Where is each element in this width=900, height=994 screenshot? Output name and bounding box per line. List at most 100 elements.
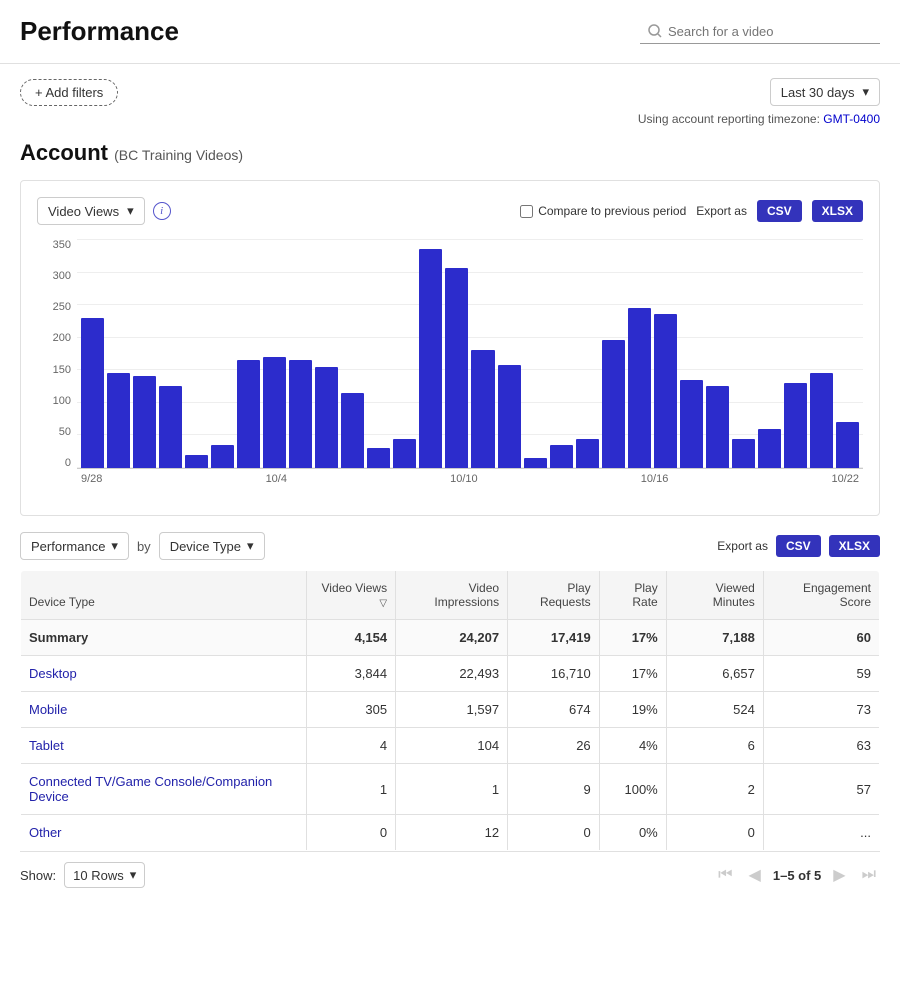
- bar: [289, 360, 312, 468]
- y-axis-label: 100: [37, 395, 71, 407]
- info-icon[interactable]: i: [153, 202, 171, 220]
- x-axis-label: 9/28: [81, 473, 102, 485]
- add-filters-button[interactable]: + Add filters: [20, 79, 118, 106]
- row-cell: 17%: [599, 656, 666, 692]
- pagination-row: Show: 10 Rows ▾ ⏮ ◀ 1–5 of 5 ▶ ⏭: [20, 851, 880, 892]
- row-cell: 524: [666, 692, 763, 728]
- bar: [471, 350, 494, 468]
- row-link[interactable]: Other: [29, 825, 62, 840]
- table-export-xlsx-button[interactable]: XLSX: [829, 535, 880, 557]
- row-cell: 16,710: [508, 656, 600, 692]
- device-type-dropdown[interactable]: Device Type ▾: [159, 532, 265, 560]
- y-axis-label: 200: [37, 332, 71, 344]
- chart-right: Compare to previous period Export as CSV…: [520, 200, 863, 222]
- bar: [107, 373, 130, 468]
- row-cell: 12: [396, 815, 508, 851]
- bar: [263, 357, 286, 468]
- bar: [159, 386, 182, 468]
- last-page-button[interactable]: ⏭: [858, 864, 880, 886]
- x-axis: 9/2810/410/1010/1610/22: [77, 469, 863, 485]
- row-cell: 19%: [599, 692, 666, 728]
- table-header-cell: Device Type: [21, 571, 307, 620]
- row-link[interactable]: Desktop: [29, 666, 77, 681]
- row-link[interactable]: Mobile: [29, 702, 67, 717]
- timezone-link[interactable]: GMT-0400: [823, 112, 880, 126]
- table-header-cell: Play Requests: [508, 571, 600, 620]
- x-axis-label: 10/10: [450, 473, 478, 485]
- row-cell: 73: [763, 692, 879, 728]
- row-cell: 0%: [599, 815, 666, 851]
- summary-cell: 24,207: [396, 620, 508, 656]
- bar: [576, 439, 599, 468]
- next-page-button[interactable]: ▶: [829, 863, 849, 887]
- summary-cell: 60: [763, 620, 879, 656]
- metric-dropdown[interactable]: Video Views ▾: [37, 197, 145, 225]
- summary-cell: 17,419: [508, 620, 600, 656]
- chevron-down-icon: ▾: [127, 203, 134, 219]
- table-row: Connected TV/Game Console/Companion Devi…: [21, 764, 880, 815]
- bar: [680, 380, 703, 468]
- chart-section: Video Views ▾ i Compare to previous peri…: [20, 180, 880, 516]
- chevron-down-icon: ▾: [111, 538, 118, 554]
- sort-arrow: ▽: [379, 598, 387, 609]
- table-header-cell: Video Views ▽: [307, 571, 396, 620]
- row-cell: 674: [508, 692, 600, 728]
- row-name-cell: Tablet: [21, 728, 307, 764]
- header: Performance: [0, 0, 900, 64]
- table-row: Summary4,15424,20717,41917%7,18860: [21, 620, 880, 656]
- row-link[interactable]: Connected TV/Game Console/Companion Devi…: [29, 774, 272, 804]
- summary-label: Summary: [21, 620, 307, 656]
- chart-export-xlsx-button[interactable]: XLSX: [812, 200, 863, 222]
- table-header-cell: Viewed Minutes: [666, 571, 763, 620]
- bar: [341, 393, 364, 468]
- table-row: Mobile3051,59767419%52473: [21, 692, 880, 728]
- rows-per-page-dropdown[interactable]: 10 Rows ▾: [64, 862, 145, 888]
- bar: [550, 445, 573, 468]
- search-input[interactable]: [668, 24, 872, 39]
- chevron-down-icon: ▾: [862, 84, 869, 100]
- page-controls: ⏮ ◀ 1–5 of 5 ▶ ⏭: [714, 863, 880, 887]
- prev-page-button[interactable]: ◀: [745, 863, 765, 887]
- table-row: Tablet4104264%663: [21, 728, 880, 764]
- chart-left: Video Views ▾ i: [37, 197, 171, 225]
- row-cell: 59: [763, 656, 879, 692]
- y-axis-label: 0: [37, 457, 71, 469]
- compare-checkbox[interactable]: [520, 205, 533, 218]
- row-cell: 305: [307, 692, 396, 728]
- y-axis-label: 250: [37, 301, 71, 313]
- bar: [654, 314, 677, 468]
- row-link[interactable]: Tablet: [29, 738, 64, 753]
- bar: [628, 308, 651, 468]
- account-sub: (BC Training Videos): [114, 147, 243, 163]
- table-export-csv-button[interactable]: CSV: [776, 535, 821, 557]
- row-cell: 6: [666, 728, 763, 764]
- table-section: Performance ▾ by Device Type ▾ Export as…: [20, 532, 880, 892]
- first-page-button[interactable]: ⏮: [714, 864, 736, 886]
- row-cell: 63: [763, 728, 879, 764]
- data-table: Device TypeVideo Views ▽Video Impression…: [20, 570, 880, 851]
- summary-cell: 17%: [599, 620, 666, 656]
- x-axis-label: 10/16: [641, 473, 669, 485]
- table-header-cell: Engagement Score: [763, 571, 879, 620]
- search-box[interactable]: [640, 20, 880, 44]
- row-cell: 9: [508, 764, 600, 815]
- date-range-dropdown[interactable]: Last 30 days ▾: [770, 78, 880, 106]
- row-name-cell: Desktop: [21, 656, 307, 692]
- bar: [784, 383, 807, 468]
- bar: [498, 365, 521, 468]
- search-icon: [648, 24, 662, 38]
- row-cell: 0: [666, 815, 763, 851]
- performance-dropdown[interactable]: Performance ▾: [20, 532, 129, 560]
- row-cell: 1: [307, 764, 396, 815]
- bar: [524, 458, 547, 468]
- bar: [367, 448, 390, 468]
- account-title: Account (BC Training Videos): [0, 136, 900, 180]
- show-rows: Show: 10 Rows ▾: [20, 862, 145, 888]
- table-header-cell: Play Rate: [599, 571, 666, 620]
- row-cell: 22,493: [396, 656, 508, 692]
- compare-label: Compare to previous period: [520, 204, 686, 218]
- bar: [133, 376, 156, 468]
- bar: [393, 439, 416, 468]
- chart-export-csv-button[interactable]: CSV: [757, 200, 802, 222]
- y-axis-label: 150: [37, 364, 71, 376]
